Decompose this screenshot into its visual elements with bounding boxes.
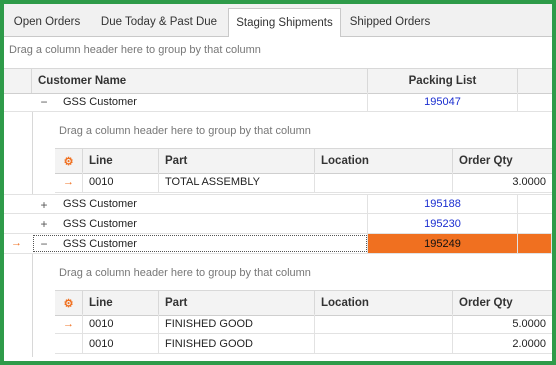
- arrow-right-icon: →: [11, 237, 22, 249]
- main-grid-header: Customer Name Packing List: [4, 68, 552, 94]
- row-indicator-cell: [55, 334, 83, 353]
- column-header-customer-name[interactable]: Customer Name: [32, 69, 368, 93]
- part-cell: FINISHED GOOD: [159, 314, 315, 333]
- location-cell: [315, 172, 453, 192]
- column-header-part[interactable]: Part: [159, 149, 315, 173]
- tab-due-today-past-due[interactable]: Due Today & Past Due: [90, 8, 228, 36]
- detail-group-by-panel[interactable]: Drag a column header here to group by th…: [59, 125, 311, 137]
- arrow-right-icon: →: [55, 314, 83, 333]
- table-row[interactable]: + GSS Customer 195188: [4, 194, 552, 214]
- column-chooser-icon[interactable]: ⚙: [55, 149, 83, 173]
- tab-staging-shipments[interactable]: Staging Shipments: [228, 8, 341, 37]
- line-cell: 0010: [83, 334, 159, 353]
- part-cell: FINISHED GOOD: [159, 334, 315, 353]
- packing-list-link[interactable]: 195249: [368, 234, 518, 253]
- column-header-location[interactable]: Location: [315, 149, 453, 173]
- column-header-line[interactable]: Line: [83, 149, 159, 173]
- order-qty-cell: 2.0000: [453, 334, 552, 353]
- column-header-part[interactable]: Part: [159, 291, 315, 315]
- tab-shipped-orders[interactable]: Shipped Orders: [341, 8, 439, 36]
- packing-list-link[interactable]: 195230: [368, 214, 518, 233]
- table-row[interactable]: + GSS Customer 195230: [4, 214, 552, 234]
- column-chooser-icon[interactable]: ⚙: [55, 291, 83, 315]
- column-header-order-qty[interactable]: Order Qty: [453, 291, 552, 315]
- detail-grid: Drag a column header here to group by th…: [32, 112, 552, 194]
- table-row[interactable]: → 0010 TOTAL ASSEMBLY 3.0000: [55, 172, 552, 193]
- detail-grid-header: ⚙ Line Part Location Order Qty: [55, 290, 552, 316]
- line-cell: 0010: [83, 172, 159, 192]
- column-header-order-qty[interactable]: Order Qty: [453, 149, 552, 173]
- packing-list-link[interactable]: 195047: [368, 92, 518, 111]
- arrow-right-icon: →: [55, 172, 83, 192]
- customer-name-cell: GSS Customer: [32, 214, 368, 233]
- selection-fill: [518, 234, 552, 253]
- location-cell: [315, 334, 453, 353]
- tab-open-orders[interactable]: Open Orders: [6, 8, 88, 36]
- order-qty-cell: 5.0000: [453, 314, 552, 333]
- customer-name-cell: GSS Customer: [32, 195, 368, 213]
- detail-grid-header: ⚙ Line Part Location Order Qty: [55, 148, 552, 174]
- order-qty-cell: 3.0000: [453, 172, 552, 192]
- detail-group-by-panel[interactable]: Drag a column header here to group by th…: [59, 267, 311, 279]
- tab-strip: Open Orders Due Today & Past Due Staging…: [4, 4, 552, 37]
- detail-grid: Drag a column header here to group by th…: [32, 254, 552, 357]
- table-row[interactable]: 0010 FINISHED GOOD 2.0000: [55, 334, 552, 354]
- column-header-line[interactable]: Line: [83, 291, 159, 315]
- part-cell: TOTAL ASSEMBLY: [159, 172, 315, 192]
- customer-name-cell: GSS Customer: [32, 92, 368, 111]
- table-row[interactable]: → 0010 FINISHED GOOD 5.0000: [55, 314, 552, 334]
- table-row[interactable]: − GSS Customer 195047: [4, 92, 552, 112]
- line-cell: 0010: [83, 314, 159, 333]
- indicator-header: [4, 69, 32, 93]
- grid-window: Open Orders Due Today & Past Due Staging…: [0, 0, 556, 365]
- group-by-panel[interactable]: Drag a column header here to group by th…: [9, 44, 261, 56]
- column-header-packing-list[interactable]: Packing List: [368, 69, 518, 93]
- packing-list-link[interactable]: 195188: [368, 195, 518, 213]
- table-row-selected[interactable]: → − GSS Customer 195249: [4, 234, 552, 254]
- column-header-location[interactable]: Location: [315, 291, 453, 315]
- location-cell: [315, 314, 453, 333]
- customer-name-cell: GSS Customer: [32, 234, 368, 253]
